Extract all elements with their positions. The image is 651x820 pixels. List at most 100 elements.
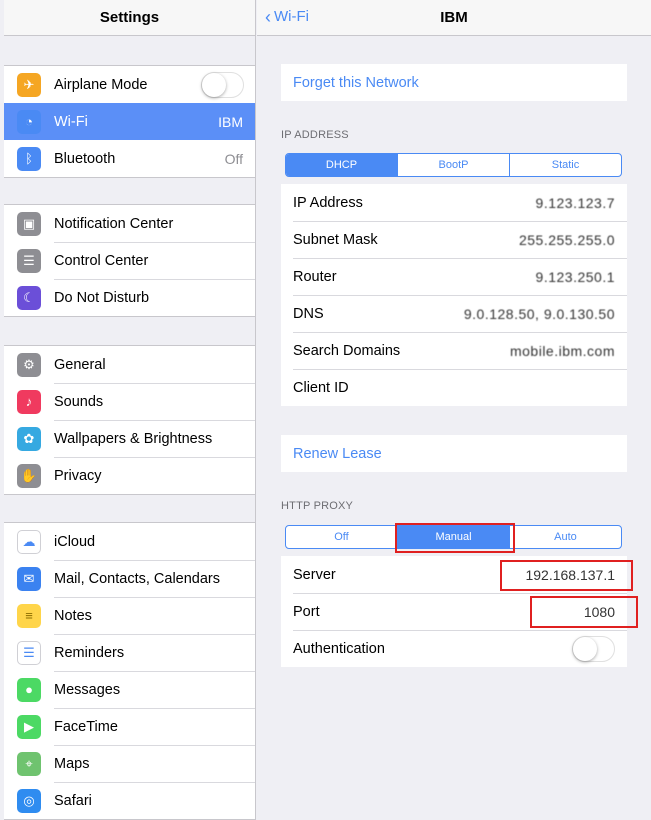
sidebar-item-control-center[interactable]: ☰ Control Center: [4, 242, 255, 279]
sidebar-title: Settings: [4, 0, 255, 36]
sidebar-item-bluetooth[interactable]: ᛒ Bluetooth Off: [4, 140, 255, 177]
toggle-knob: [202, 72, 226, 97]
ip-address-label: IP Address: [293, 194, 363, 211]
safari-icon: ◎: [17, 788, 41, 813]
proxy-mode-tab-off[interactable]: Off: [286, 526, 397, 548]
messages-icon: ●: [17, 677, 41, 702]
ip-address-row: IP Address 9.123.123.7: [281, 184, 627, 221]
forget-network-card: Forget this Network: [281, 64, 627, 101]
highlight-manual-box: [395, 523, 515, 553]
notification-center-icon: ▣: [17, 211, 41, 236]
notes-icon: ≡: [17, 603, 41, 628]
sidebar-item-value: IBM: [218, 113, 243, 130]
sidebar-item-label: Reminders: [54, 644, 125, 661]
sidebar-item-do-not-disturb[interactable]: ☾ Do Not Disturb: [4, 279, 255, 316]
sidebar-item-reminders[interactable]: ☰ Reminders: [4, 634, 255, 671]
sidebar-item-safari[interactable]: ◎ Safari: [4, 782, 255, 819]
ip-address-section-header: IP ADDRESS: [281, 129, 349, 141]
dns-label: DNS: [293, 305, 324, 322]
detail-nav-bar: ‹ Wi-Fi IBM: [257, 0, 651, 36]
ip-address-value: 9.123.123.7: [535, 194, 615, 211]
client-id-row: Client ID: [281, 369, 627, 406]
ip-mode-tab-dhcp[interactable]: DHCP: [286, 154, 397, 176]
http-proxy-section-header: HTTP PROXY: [281, 500, 354, 512]
wifi-icon: ◔: [17, 109, 41, 134]
highlight-port-box: [530, 596, 638, 628]
speaker-icon: ♪: [17, 389, 41, 414]
sidebar-item-label: Sounds: [54, 393, 104, 410]
sidebar-item-label: Messages: [54, 681, 121, 698]
sidebar-item-mail-contacts-calendars[interactable]: ✉ Mail, Contacts, Calendars: [4, 560, 255, 597]
sidebar-item-wallpapers-brightness[interactable]: ✿ Wallpapers & Brightness: [4, 420, 255, 457]
gear-icon: ⚙: [17, 352, 41, 377]
toggle-knob: [573, 636, 597, 661]
router-value: 9.123.250.1: [535, 268, 615, 285]
search-domains-value: mobile.ibm.com: [509, 342, 615, 359]
sidebar-item-label: Bluetooth: [54, 150, 116, 167]
sidebar-item-label: FaceTime: [54, 718, 118, 735]
sidebar-item-messages[interactable]: ● Messages: [4, 671, 255, 708]
dns-row: DNS 9.0.128.50, 9.0.130.50: [281, 295, 627, 332]
sidebar-item-label: General: [54, 356, 106, 373]
sidebar-item-privacy[interactable]: ✋ Privacy: [4, 457, 255, 494]
ip-mode-segmented-control: DHCP BootP Static: [285, 153, 622, 177]
settings-group-3: ⚙ General ♪ Sounds ✿ Wallpapers & Brightness ✋…: [4, 345, 255, 495]
renew-lease-label: Renew Lease: [293, 445, 382, 462]
sidebar-item-wi-fi[interactable]: ◔ Wi-Fi IBM: [4, 103, 255, 140]
sidebar-item-label: Control Center: [54, 252, 149, 269]
authentication-toggle[interactable]: [572, 635, 615, 662]
settings-sidebar: Settings ✈ Airplane Mode ◔ Wi-Fi IBM ᛒ Bluetoo…: [4, 0, 256, 820]
subnet-mask-value: 255.255.255.0: [518, 231, 615, 248]
sidebar-item-sounds[interactable]: ♪ Sounds: [4, 383, 255, 420]
sidebar-item-notification-center[interactable]: ▣ Notification Center: [4, 205, 255, 242]
moon-icon: ☾: [17, 285, 41, 310]
settings-group-4: ☁ iCloud ✉ Mail, Contacts, Calendars ≡ Notes ☰…: [4, 522, 255, 820]
renew-lease-button[interactable]: Renew Lease: [281, 435, 627, 472]
sidebar-item-label: Do Not Disturb: [54, 289, 150, 306]
search-domains-row: Search Domains mobile.ibm.com: [281, 332, 627, 369]
dns-value: 9.0.128.50, 9.0.130.50: [463, 305, 615, 322]
proxy-mode-tab-auto[interactable]: Auto: [509, 526, 621, 548]
control-center-icon: ☰: [17, 248, 41, 273]
sidebar-item-facetime[interactable]: ▶ FaceTime: [4, 708, 255, 745]
wifi-detail-pane: ‹ Wi-Fi IBM Forget this Network IP ADDRE…: [257, 0, 651, 820]
page-title: IBM: [440, 9, 468, 26]
sidebar-item-general[interactable]: ⚙ General: [4, 346, 255, 383]
sidebar-item-label: Airplane Mode: [54, 76, 148, 93]
sidebar-item-label: Wallpapers & Brightness: [54, 430, 213, 447]
airplane-icon: ✈: [17, 72, 41, 97]
router-label: Router: [293, 268, 337, 285]
sidebar-item-label: Mail, Contacts, Calendars: [54, 570, 221, 587]
subnet-mask-label: Subnet Mask: [293, 231, 378, 248]
maps-icon: ⌖: [17, 751, 41, 776]
facetime-icon: ▶: [17, 714, 41, 739]
wallpaper-icon: ✿: [17, 426, 41, 451]
cloud-icon: ☁: [17, 529, 41, 554]
subnet-mask-row: Subnet Mask 255.255.255.0: [281, 221, 627, 258]
search-domains-label: Search Domains: [293, 342, 401, 359]
settings-group-1: ✈ Airplane Mode ◔ Wi-Fi IBM ᛒ Bluetooth Off: [4, 65, 255, 178]
renew-lease-card: Renew Lease: [281, 435, 627, 472]
sidebar-item-label: Privacy: [54, 467, 102, 484]
sidebar-item-label: Maps: [54, 755, 90, 772]
ip-info-card: IP Address 9.123.123.7 Subnet Mask 255.255.…: [281, 184, 627, 406]
server-label: Server: [293, 566, 336, 583]
sidebar-item-label: iCloud: [54, 533, 96, 550]
highlight-server-box: [500, 560, 633, 591]
hand-icon: ✋: [17, 463, 41, 488]
ip-mode-tab-static[interactable]: Static: [509, 154, 621, 176]
sidebar-item-notes[interactable]: ≡ Notes: [4, 597, 255, 634]
bluetooth-icon: ᛒ: [17, 146, 41, 171]
airplane-mode-toggle[interactable]: [201, 71, 244, 98]
settings-group-2: ▣ Notification Center ☰ Control Center ☾ Do N…: [4, 204, 255, 317]
forget-network-button[interactable]: Forget this Network: [281, 64, 627, 101]
authentication-row[interactable]: Authentication: [281, 630, 627, 667]
reminders-icon: ☰: [17, 640, 41, 665]
mail-icon: ✉: [17, 566, 41, 591]
ip-mode-tab-bootp[interactable]: BootP: [397, 154, 509, 176]
authentication-label: Authentication: [293, 640, 385, 657]
sidebar-item-maps[interactable]: ⌖ Maps: [4, 745, 255, 782]
sidebar-item-airplane-mode[interactable]: ✈ Airplane Mode: [4, 66, 255, 103]
sidebar-item-value: Off: [224, 150, 243, 167]
sidebar-item-icloud[interactable]: ☁ iCloud: [4, 523, 255, 560]
